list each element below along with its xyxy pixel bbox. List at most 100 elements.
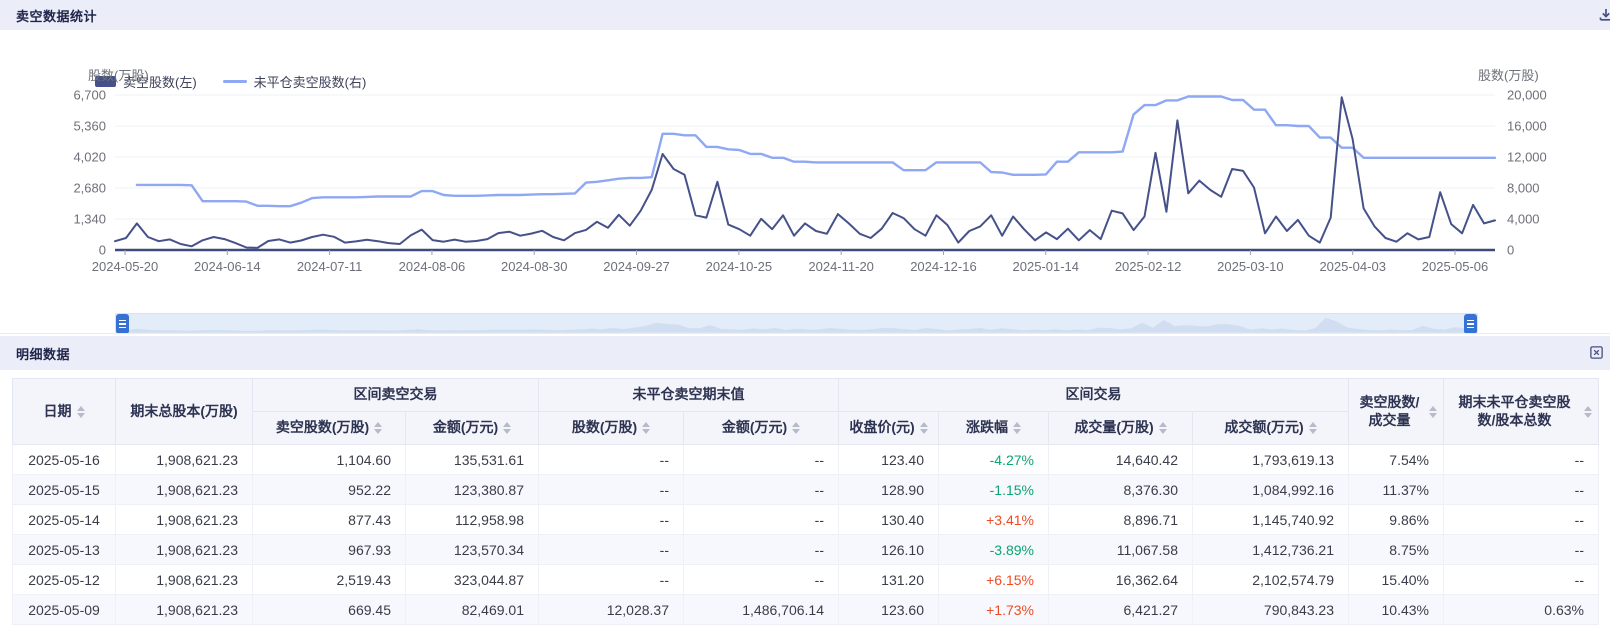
table-cell: 123,380.87 [406,475,539,505]
x-axis-label: 2024-09-27 [603,259,670,274]
section-divider [0,333,1610,334]
table-cell: 12,028.37 [539,595,684,625]
sort-icon[interactable] [374,422,382,434]
table-row: 2025-05-161,908,621.231,104.60135,531.61… [13,445,1599,475]
table-cell: -3.89% [939,535,1049,565]
table-cell: +1.73% [939,595,1049,625]
column-header-label: 卖空股数(万股) [276,419,369,437]
table-cell: 11.37% [1349,475,1444,505]
table-cell: -- [539,535,684,565]
download-icon[interactable] [1598,7,1610,28]
datazoom-left-handle[interactable] [116,314,129,334]
x-axis-label: 2024-11-20 [808,259,874,274]
column-header[interactable]: 卖空股数(万股) [253,412,406,445]
sort-icon[interactable] [1584,406,1592,418]
right-axis-tick: 4,000 [1507,212,1540,227]
column-header[interactable]: 金额(万元) [684,412,839,445]
table-cell: 7.54% [1349,445,1444,475]
table-cell: 82,469.01 [406,595,539,625]
column-header[interactable]: 成交量(万股) [1049,412,1193,445]
table-cell: 112,958.98 [406,505,539,535]
column-header[interactable]: 期末未平仓卖空股数/股本总数 [1444,379,1599,445]
table-cell: 967.93 [253,535,406,565]
sort-icon[interactable] [503,422,511,434]
x-axis-label: 2025-05-06 [1422,259,1489,274]
table-cell: 10.43% [1349,595,1444,625]
sort-icon[interactable] [792,422,800,434]
x-axis-label: 2025-01-14 [1013,259,1080,274]
column-header[interactable]: 股数(万股) [539,412,684,445]
table-cell: 123.40 [839,445,939,475]
table-cell: 130.40 [839,505,939,535]
table-cell: 128.90 [839,475,939,505]
table-cell: 126.10 [839,535,939,565]
right-axis-tick: 20,000 [1507,88,1547,103]
left-axis-tick: 5,360 [73,119,106,134]
column-header[interactable]: 成交额(万元) [1193,412,1349,445]
x-axis-label: 2025-03-10 [1217,259,1284,274]
x-axis-label: 2024-05-20 [92,259,159,274]
table-cell: 0.63% [1444,595,1599,625]
right-axis-tick: 0 [1507,243,1514,258]
left-axis-tick: 4,020 [73,150,106,165]
right-axis-tick: 16,000 [1507,119,1547,134]
table-cell: 15.40% [1349,565,1444,595]
sort-icon[interactable] [1309,422,1317,434]
column-header-label: 卖空股数/成交量 [1355,394,1424,429]
table-cell: 669.45 [253,595,406,625]
column-header-label: 涨跌幅 [966,419,1008,437]
datazoom-right-handle[interactable] [1464,314,1477,334]
table-cell: 323,044.87 [406,565,539,595]
column-header[interactable]: 收盘价(元) [839,412,939,445]
table-cell: +6.15% [939,565,1049,595]
table-cell: 6,421.27 [1049,595,1193,625]
table-cell: 123.60 [839,595,939,625]
chart-panel-header: 卖空数据统计 [0,0,1610,30]
table-cell: 1,084,992.16 [1193,475,1349,505]
sort-icon[interactable] [77,406,85,418]
table-row: 2025-05-151,908,621.23952.22123,380.87--… [13,475,1599,505]
table-cell: -- [1444,505,1599,535]
column-header: 期末总股本(万股) [116,379,253,445]
sort-icon[interactable] [1159,422,1167,434]
table-row: 2025-05-141,908,621.23877.43112,958.98--… [13,505,1599,535]
x-axis-label: 2024-06-14 [194,259,261,274]
sort-icon[interactable] [920,422,928,434]
table-cell: 14,640.42 [1049,445,1193,475]
sort-icon[interactable] [1429,406,1437,418]
column-header[interactable]: 涨跌幅 [939,412,1049,445]
table-panel-header: 明细数据 [0,336,1610,370]
x-axis-label: 2024-08-06 [399,259,466,274]
chart-canvas: 6,70020,0005,36016,0004,02012,0002,6808,… [0,30,1610,280]
sort-icon[interactable] [1013,422,1021,434]
table-row: 2025-05-121,908,621.232,519.43323,044.87… [13,565,1599,595]
x-axis-label: 2024-08-30 [501,259,568,274]
column-header-label: 期末总股本(万股) [130,403,237,421]
chart-panel-title: 卖空数据统计 [16,6,97,25]
table-cell: -1.15% [939,475,1049,505]
table-row: 2025-05-131,908,621.23967.93123,570.34--… [13,535,1599,565]
table-cell: 1,908,621.23 [116,595,253,625]
x-axis-label: 2024-07-11 [297,259,363,274]
table-cell: 952.22 [253,475,406,505]
right-axis-tick: 8,000 [1507,181,1540,196]
sort-icon[interactable] [642,422,650,434]
x-axis-label: 2024-10-25 [706,259,773,274]
table-cell: -- [684,445,839,475]
silhouette-path [116,318,1477,332]
left-axis-tick: 6,700 [73,88,106,103]
table-cell: 790,843.23 [1193,595,1349,625]
table-cell: 9.86% [1349,505,1444,535]
column-header-label: 成交量(万股) [1074,419,1153,437]
table-cell: 1,908,621.23 [116,535,253,565]
column-header[interactable]: 日期 [13,379,116,445]
column-header[interactable]: 金额(万元) [406,412,539,445]
export-icon[interactable] [1589,345,1604,365]
table-cell: 1,908,621.23 [116,505,253,535]
datazoom-slider[interactable] [115,313,1478,333]
table-cell: -- [539,475,684,505]
column-header[interactable]: 卖空股数/成交量 [1349,379,1444,445]
left-axis-tick: 1,340 [73,212,106,227]
table-cell: -- [1444,565,1599,595]
table-cell: 2025-05-14 [13,505,116,535]
